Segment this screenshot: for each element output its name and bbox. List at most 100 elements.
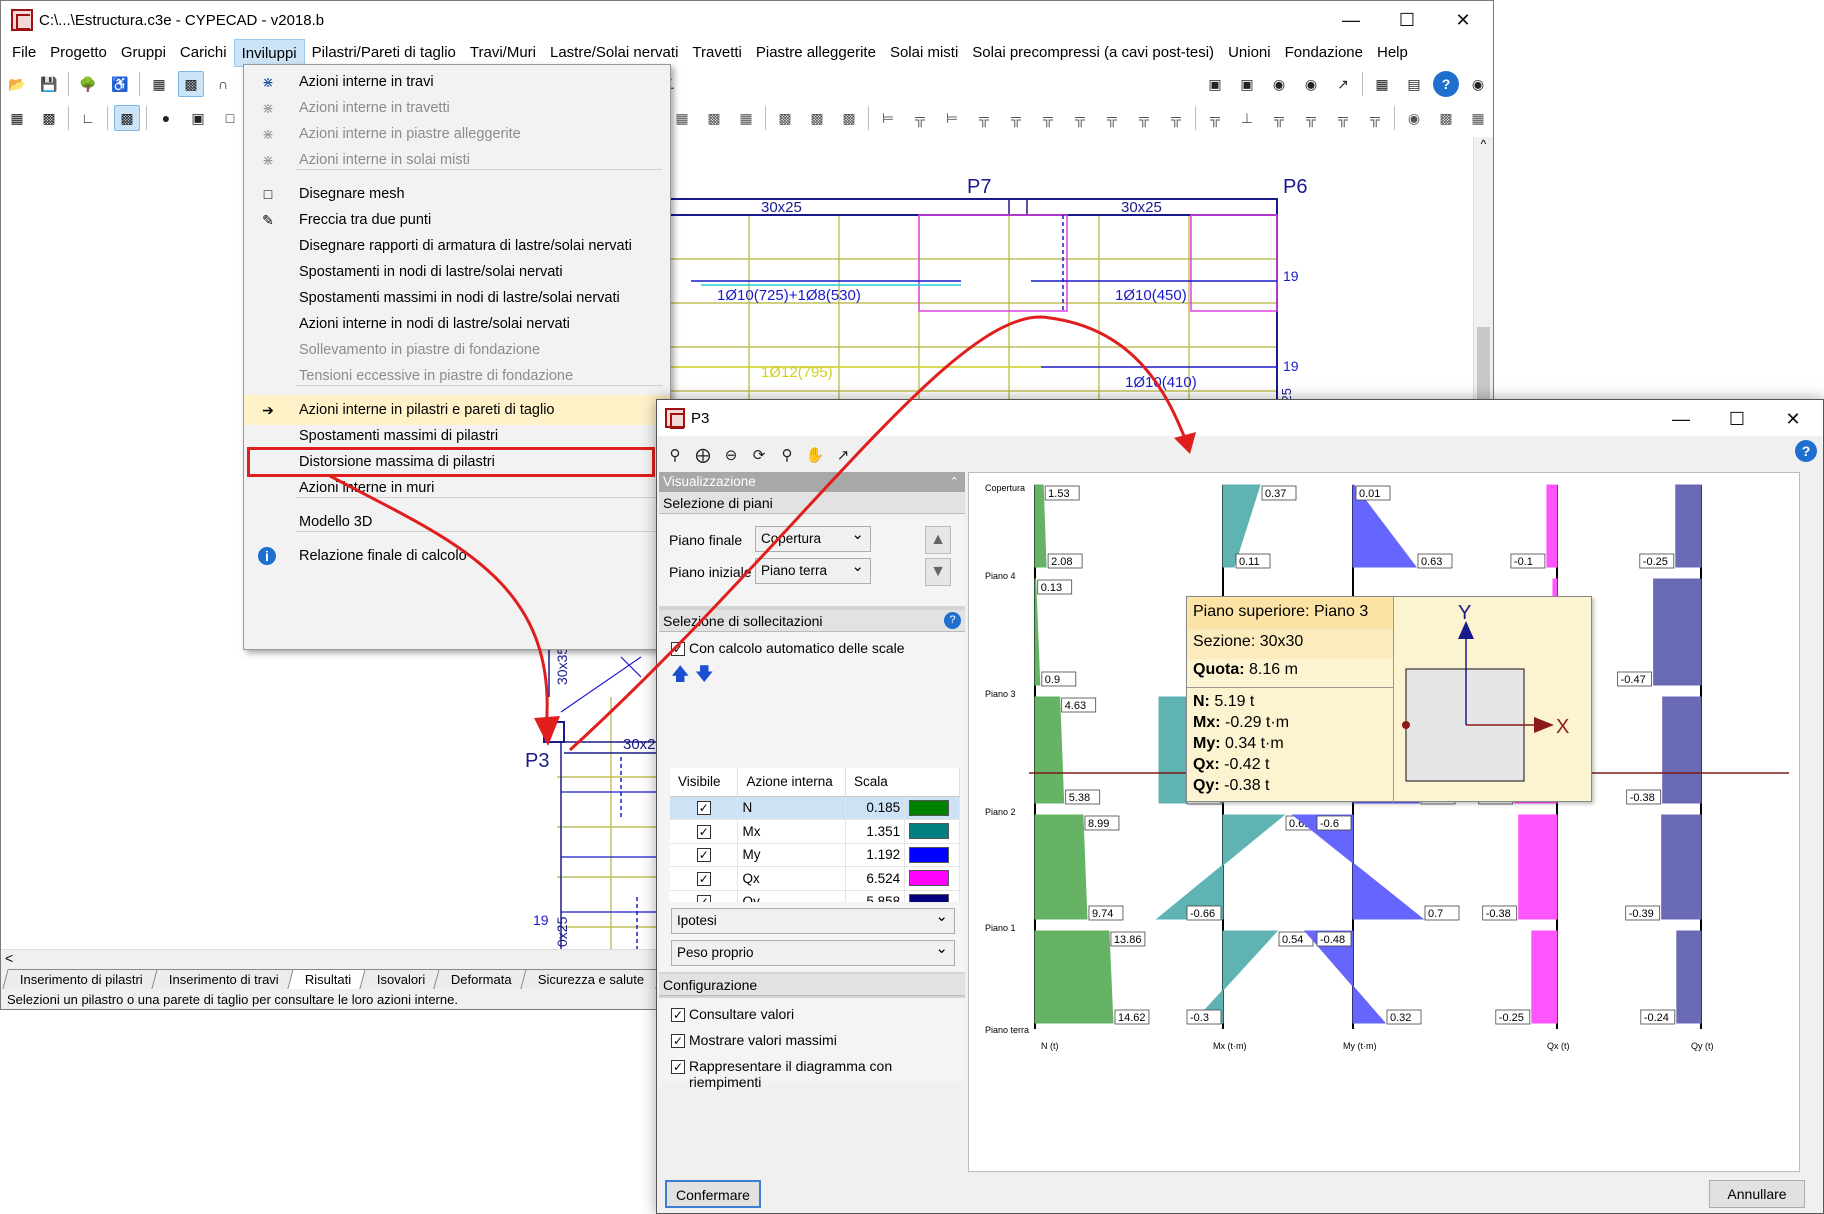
menu-help[interactable]: Help — [1370, 39, 1415, 67]
force-scale[interactable]: 1.192 — [845, 843, 906, 867]
view2-icon[interactable]: ▩ — [36, 105, 62, 131]
menu-gruppi[interactable]: Gruppi — [114, 39, 173, 67]
confirm-button[interactable]: Confermare — [665, 1180, 761, 1208]
color-swatch[interactable] — [909, 823, 950, 840]
drop-icon[interactable]: ● — [153, 105, 179, 131]
maximize-button[interactable]: ☐ — [1383, 1, 1431, 39]
help-icon[interactable]: ? — [1433, 71, 1459, 97]
globe-icon[interactable]: ◉ — [1465, 71, 1491, 97]
plan-icon[interactable]: □ — [217, 105, 243, 131]
col1-icon[interactable]: ⊨ — [875, 105, 901, 131]
dialog-maximize-button[interactable]: ☐ — [1713, 400, 1761, 438]
col9-icon[interactable]: ╦ — [1131, 105, 1157, 131]
tab-inserimento-di-travi[interactable]: Inserimento di travi — [151, 969, 297, 989]
minimize-button[interactable]: — — [1327, 1, 1375, 39]
zoom-all-icon[interactable]: ⨁ — [691, 443, 715, 467]
dialog-close-button[interactable]: ✕ — [1769, 400, 1817, 438]
palette-icon[interactable]: ◉ — [1298, 71, 1324, 97]
eye-icon[interactable]: ◉ — [1401, 105, 1427, 131]
col2-icon[interactable]: ╦ — [907, 105, 933, 131]
cube-icon[interactable]: ▣ — [1202, 71, 1228, 97]
zoom-previous-icon[interactable]: ⚲ — [775, 443, 799, 467]
bottom-floor-select[interactable]: Piano terra — [755, 555, 871, 584]
f1-icon[interactable]: ╦ — [1202, 105, 1228, 131]
tab-sicurezza-e-salute[interactable]: Sicurezza e salute — [520, 969, 662, 989]
slab3-icon[interactable]: ▩ — [836, 105, 862, 131]
zoom-out-icon[interactable]: ⊖ — [719, 443, 743, 467]
help-icon[interactable]: ? — [1795, 440, 1817, 462]
print2-icon[interactable]: ▤ — [1401, 71, 1427, 97]
option-checkbox[interactable]: ✓ — [671, 1008, 685, 1022]
move-up-icon[interactable]: 🡅 — [671, 662, 690, 692]
menu-solai-misti[interactable]: Solai misti — [883, 39, 965, 67]
visible-checkbox[interactable]: ✓ — [696, 824, 711, 839]
export-icon[interactable]: ↗ — [1330, 71, 1356, 97]
tab-inserimento-di-pilastri[interactable]: Inserimento di pilastri — [2, 969, 161, 989]
menu-item-modello-3d[interactable]: Modello 3D — [244, 507, 670, 537]
f2-icon[interactable]: ⊥ — [1234, 105, 1260, 131]
close-button[interactable]: ✕ — [1439, 1, 1487, 39]
menu-travetti[interactable]: Travetti — [685, 39, 748, 67]
open-folder-icon[interactable]: 📂 — [4, 71, 30, 97]
menu-solai-precompressi-a-cavi-post-tesi-[interactable]: Solai precompressi (a cavi post-tesi) — [965, 39, 1221, 67]
floor-up-button[interactable]: ▲ — [925, 526, 951, 554]
color-icon[interactable]: ◉ — [1266, 71, 1292, 97]
rebar2-icon[interactable]: ▩ — [701, 105, 727, 131]
stairs-icon[interactable]: ∟ — [75, 105, 101, 131]
table-row[interactable]: ✓ My 1.192 — [670, 843, 960, 867]
visible-checkbox[interactable]: ✓ — [696, 871, 711, 886]
zoom-window-icon[interactable]: ⚲ — [663, 443, 687, 467]
col4-icon[interactable]: ╦ — [971, 105, 997, 131]
g2-icon[interactable]: ▦ — [1465, 105, 1491, 131]
f4-icon[interactable]: ╦ — [1298, 105, 1324, 131]
load-case-select[interactable]: Peso proprio — [671, 937, 955, 966]
menu-piastre-alleggerite[interactable]: Piastre alleggerite — [749, 39, 883, 67]
menu-carichi[interactable]: Carichi — [173, 39, 234, 67]
auto-scale-checkbox[interactable]: ✓ — [671, 642, 685, 656]
rebar3-icon[interactable]: ▦ — [733, 105, 759, 131]
menu-inviluppi[interactable]: Inviluppi — [233, 39, 305, 67]
scroll-left-arrow[interactable]: < — [5, 950, 13, 966]
color-swatch[interactable] — [909, 870, 950, 887]
column-label-p3[interactable]: P3 — [525, 750, 549, 772]
print-icon[interactable]: ▦ — [1369, 71, 1395, 97]
dialog-minimize-button[interactable]: — — [1657, 400, 1705, 438]
menu-item-azioni-interne-in-muri[interactable]: Azioni interne in muri — [244, 473, 670, 503]
view1-icon[interactable]: ▦ — [4, 105, 30, 131]
f3-icon[interactable]: ╦ — [1266, 105, 1292, 131]
visualization-header[interactable]: Visualizzazione ⌃ — [659, 472, 965, 492]
table-row[interactable]: ✓ Mx 1.351 — [670, 819, 960, 844]
menu-file[interactable]: File — [5, 39, 43, 67]
menu-travi-muri[interactable]: Travi/Muri — [463, 39, 543, 67]
forces-help-icon[interactable]: ? — [944, 612, 961, 629]
column-label-p7[interactable]: P7 — [967, 176, 991, 198]
magnet-icon[interactable]: ∩ — [210, 71, 236, 97]
color-swatch[interactable] — [909, 799, 950, 816]
col7-icon[interactable]: ╦ — [1067, 105, 1093, 131]
mesh-icon[interactable]: ▩ — [178, 71, 204, 97]
visible-checkbox[interactable]: ✓ — [696, 848, 711, 863]
color-swatch[interactable] — [909, 846, 950, 863]
table-row[interactable]: ✓ N 0.185 — [670, 796, 960, 820]
building-icon[interactable]: ▩ — [114, 105, 140, 131]
force-scale[interactable]: 1.351 — [845, 819, 906, 844]
col8-icon[interactable]: ╦ — [1099, 105, 1125, 131]
hypothesis-select[interactable]: Ipotesi — [671, 905, 955, 934]
scroll-up-arrow[interactable]: ^ — [1474, 137, 1493, 151]
option-checkbox[interactable]: ✓ — [671, 1060, 685, 1074]
col6-icon[interactable]: ╦ — [1035, 105, 1061, 131]
cube2-icon[interactable]: ▣ — [1234, 71, 1260, 97]
export-icon[interactable]: ↗ — [831, 443, 855, 467]
force-scale[interactable]: 0.185 — [845, 796, 906, 820]
grid-icon[interactable]: ▦ — [146, 71, 172, 97]
refresh-icon[interactable]: ⟳ — [747, 443, 771, 467]
slab2-icon[interactable]: ▩ — [804, 105, 830, 131]
f5-icon[interactable]: ╦ — [1330, 105, 1356, 131]
floor-down-button[interactable]: ▼ — [925, 558, 951, 586]
force-scale[interactable]: 6.524 — [845, 866, 906, 891]
column-label-p6[interactable]: P6 — [1283, 176, 1307, 198]
col5-icon[interactable]: ╦ — [1003, 105, 1029, 131]
menu-pilastri-pareti-di-taglio[interactable]: Pilastri/Pareti di taglio — [305, 39, 463, 67]
visible-checkbox[interactable]: ✓ — [696, 801, 711, 816]
col10-icon[interactable]: ╦ — [1163, 105, 1189, 131]
